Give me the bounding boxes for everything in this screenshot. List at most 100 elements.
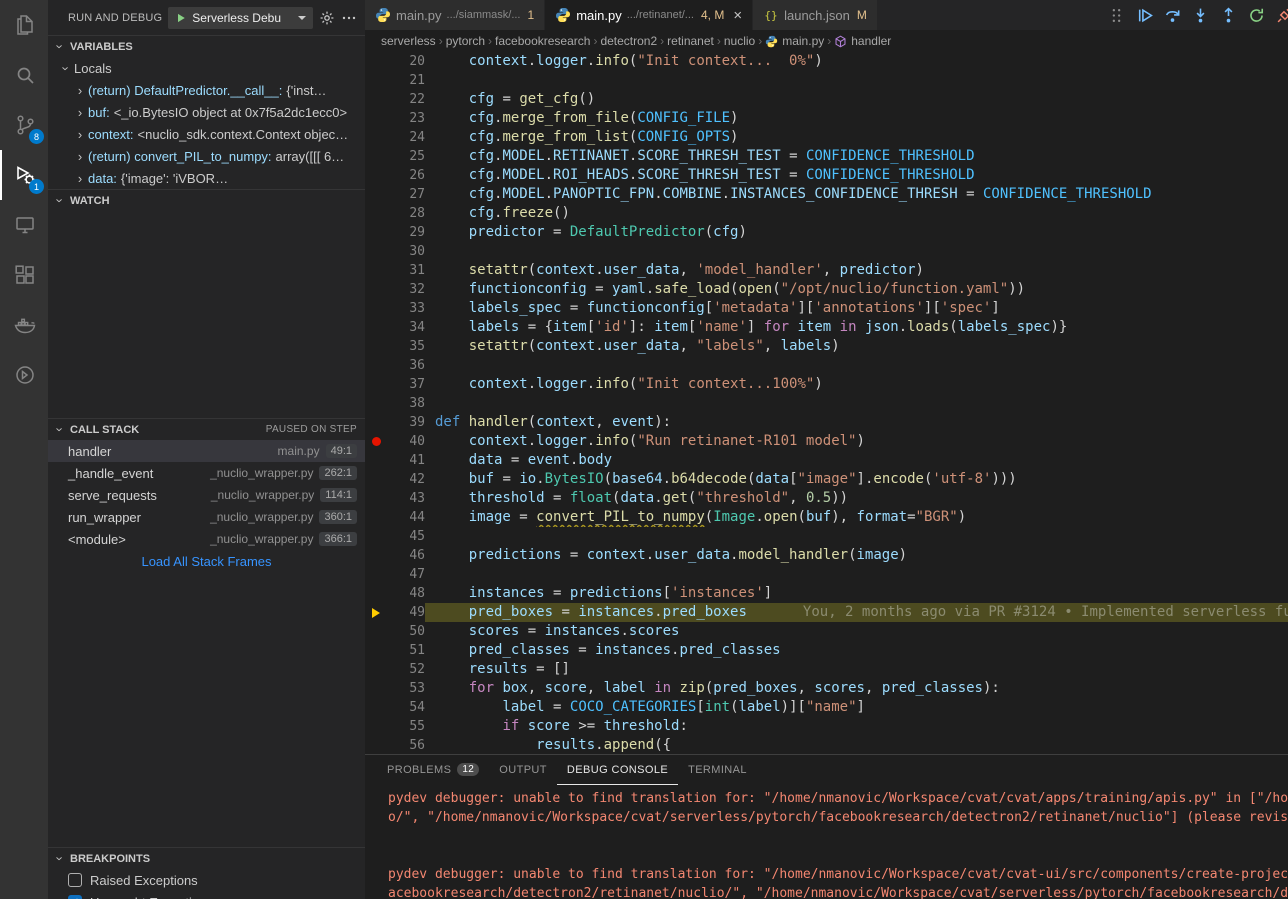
gutter-glyph-margin[interactable] xyxy=(365,223,387,242)
debug-continue-button[interactable] xyxy=(1131,2,1157,28)
gutter-glyph-margin[interactable] xyxy=(365,489,387,508)
panel-tab-terminal[interactable]: TERMINAL xyxy=(678,755,757,785)
editor-tab-main.py[interactable]: main.py.../siammask/...1 xyxy=(365,0,545,30)
stack-frame[interactable]: handlermain.py49:1 xyxy=(48,440,365,462)
gutter-glyph-margin[interactable] xyxy=(365,128,387,147)
gutter-glyph-margin[interactable] xyxy=(365,451,387,470)
gutter-glyph-margin[interactable] xyxy=(365,641,387,660)
breadcrumb-label: detectron2 xyxy=(600,34,657,48)
line-number: 30 xyxy=(387,242,425,261)
breadcrumb-item[interactable]: detectron2 xyxy=(600,34,657,48)
activity-item-extensions[interactable] xyxy=(0,250,48,300)
activity-item-source-control[interactable]: 8 xyxy=(0,100,48,150)
debug-step-over-button[interactable] xyxy=(1159,2,1185,28)
activity-item-remote-explorer[interactable] xyxy=(0,200,48,250)
gutter-glyph-margin[interactable] xyxy=(365,736,387,754)
gutter-glyph-margin[interactable] xyxy=(365,603,387,622)
load-all-stack-frames-link[interactable]: Load All Stack Frames xyxy=(48,550,365,572)
gutter-glyph-margin[interactable] xyxy=(365,565,387,584)
variable-row[interactable]: context:<nuclio_sdk.context.Context obje… xyxy=(48,123,365,145)
variables-scope-locals[interactable]: Locals xyxy=(48,57,365,79)
gutter-glyph-margin[interactable] xyxy=(365,299,387,318)
gutter-glyph-margin[interactable] xyxy=(365,527,387,546)
breakpoints-section-header[interactable]: BREAKPOINTS xyxy=(48,847,365,869)
watch-section-header[interactable]: WATCH xyxy=(48,189,365,211)
breakpoint-item[interactable]: ✓Uncaught Exceptions xyxy=(48,891,365,899)
variable-row[interactable]: (return) convert_PIL_to_numpy:array([[[ … xyxy=(48,145,365,167)
breadcrumb-item[interactable]: pytorch xyxy=(446,34,485,48)
code-editor[interactable]: 20 context.logger.info("Init context... … xyxy=(365,52,1288,754)
gutter-glyph-margin[interactable] xyxy=(365,432,387,451)
gutter-glyph-margin[interactable] xyxy=(365,261,387,280)
more-actions-icon[interactable] xyxy=(341,10,357,26)
gutter-glyph-margin[interactable] xyxy=(365,394,387,413)
gutter-glyph-margin[interactable] xyxy=(365,717,387,736)
variable-row[interactable]: buf:<_io.BytesIO object at 0x7f5a2dc1ecc… xyxy=(48,101,365,123)
frame-file: _nuclio_wrapper.py xyxy=(210,510,313,524)
breadcrumb-item[interactable]: handler xyxy=(834,34,891,48)
gutter-glyph-margin[interactable] xyxy=(365,109,387,128)
call-stack-section-header[interactable]: CALL STACK PAUSED ON STEP xyxy=(48,418,365,440)
gutter-glyph-margin[interactable] xyxy=(365,698,387,717)
gutter-glyph-margin[interactable] xyxy=(365,52,387,71)
editor-tab-main.py[interactable]: main.py.../retinanet/...4, M× xyxy=(545,0,753,30)
checkbox[interactable] xyxy=(68,873,82,887)
breadcrumb-item[interactable]: main.py xyxy=(765,34,824,48)
debug-disconnect-button[interactable] xyxy=(1271,2,1288,28)
breadcrumb-item[interactable]: nuclio xyxy=(724,34,755,48)
gutter-glyph-margin[interactable] xyxy=(365,375,387,394)
activity-item-explorer[interactable] xyxy=(0,0,48,50)
gutter-glyph-margin[interactable] xyxy=(365,280,387,299)
variables-section-header[interactable]: VARIABLES xyxy=(48,35,365,57)
gear-icon[interactable] xyxy=(319,10,335,26)
gutter-glyph-margin[interactable] xyxy=(365,508,387,527)
gutter-glyph-margin[interactable] xyxy=(365,90,387,109)
stack-frame[interactable]: run_wrapper_nuclio_wrapper.py360:1 xyxy=(48,506,365,528)
variable-row[interactable]: data:{'image': 'iVBOR… xyxy=(48,167,365,189)
stack-frame[interactable]: serve_requests_nuclio_wrapper.py114:1 xyxy=(48,484,365,506)
activity-item-live-share[interactable] xyxy=(0,350,48,400)
breadcrumb-item[interactable]: retinanet xyxy=(667,34,714,48)
breadcrumb-item[interactable]: serverless xyxy=(381,34,436,48)
editor-tab-launch.json[interactable]: {}launch.jsonM xyxy=(753,0,878,30)
chevron-down-icon xyxy=(52,851,68,866)
gutter-glyph-margin[interactable] xyxy=(365,546,387,565)
gutter-glyph-margin[interactable] xyxy=(365,413,387,432)
debug-step-into-button[interactable] xyxy=(1187,2,1213,28)
start-debugging-icon[interactable] xyxy=(175,12,187,24)
close-icon[interactable]: × xyxy=(733,8,742,23)
gutter-glyph-margin[interactable] xyxy=(365,185,387,204)
gutter-glyph-margin[interactable] xyxy=(365,470,387,489)
stack-frame[interactable]: <module>_nuclio_wrapper.py366:1 xyxy=(48,528,365,550)
gutter-glyph-margin[interactable] xyxy=(365,660,387,679)
gutter-glyph-margin[interactable] xyxy=(365,337,387,356)
stack-frame[interactable]: _handle_event_nuclio_wrapper.py262:1 xyxy=(48,462,365,484)
panel-tab-output[interactable]: OUTPUT xyxy=(489,755,557,785)
chevron-right-icon xyxy=(72,171,88,186)
gutter-glyph-margin[interactable] xyxy=(365,204,387,223)
code-line: 29 predictor = DefaultPredictor(cfg) xyxy=(365,223,1288,242)
panel-tab-problems[interactable]: PROBLEMS12 xyxy=(377,755,489,785)
gutter-glyph-margin[interactable] xyxy=(365,147,387,166)
gutter-glyph-margin[interactable] xyxy=(365,318,387,337)
gutter-glyph-margin[interactable] xyxy=(365,71,387,90)
variable-row[interactable]: (return) DefaultPredictor.__call__:{'ins… xyxy=(48,79,365,101)
gutter-glyph-margin[interactable] xyxy=(365,166,387,185)
breakpoint-dot[interactable] xyxy=(372,437,381,446)
checkbox[interactable]: ✓ xyxy=(68,895,82,899)
activity-item-docker[interactable] xyxy=(0,300,48,350)
activity-item-search[interactable] xyxy=(0,50,48,100)
gutter-glyph-margin[interactable] xyxy=(365,679,387,698)
breadcrumb-item[interactable]: facebookresearch xyxy=(495,34,590,48)
gutter-glyph-margin[interactable] xyxy=(365,584,387,603)
debug-console-output[interactable]: pydev debugger: unable to find translati… xyxy=(365,785,1288,899)
gutter-glyph-margin[interactable] xyxy=(365,622,387,641)
debug-config-dropdown[interactable]: Serverless Debu xyxy=(168,7,313,29)
gutter-glyph-margin[interactable] xyxy=(365,242,387,261)
gutter-glyph-margin[interactable] xyxy=(365,356,387,375)
debug-restart-button[interactable] xyxy=(1243,2,1269,28)
activity-item-run-and-debug[interactable]: 1 xyxy=(0,150,48,200)
breakpoint-item[interactable]: Raised Exceptions xyxy=(48,869,365,891)
debug-step-out-button[interactable] xyxy=(1215,2,1241,28)
panel-tab-debug-console[interactable]: DEBUG CONSOLE xyxy=(557,755,678,785)
